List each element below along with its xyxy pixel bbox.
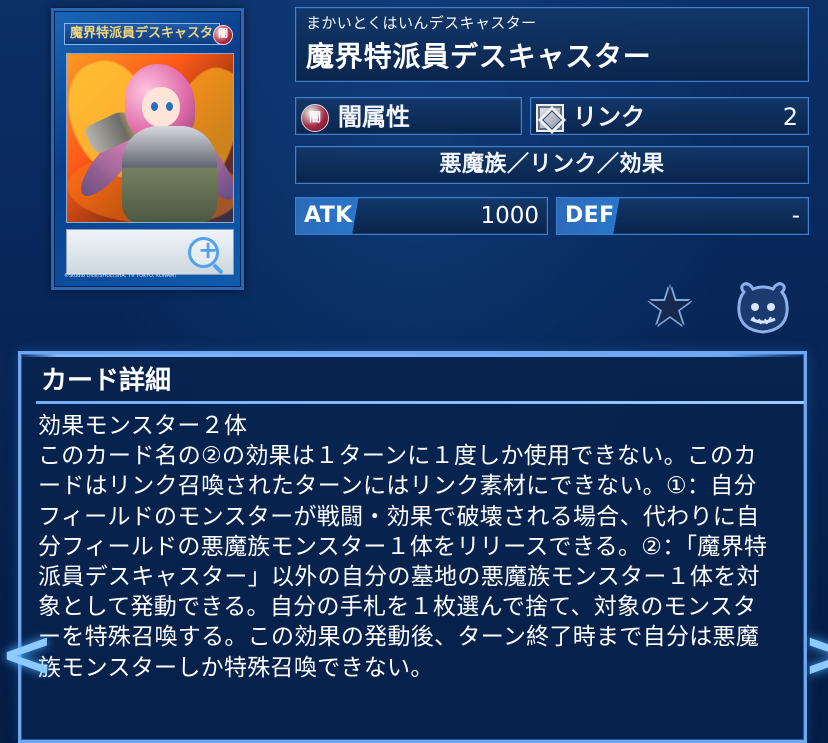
chevron-right-icon[interactable]: > xyxy=(803,623,828,690)
pot-icon[interactable] xyxy=(733,282,793,336)
card-copyright: ©Studio Dice/SHUEISHA, TV TOKYO, KONAMI xyxy=(64,273,176,279)
link-label: リンク xyxy=(573,103,645,131)
def-label: DEF xyxy=(557,198,640,234)
atk-label: ATK xyxy=(296,198,379,234)
def-value: - xyxy=(791,203,800,229)
card-reading: まかいとくはいんデスキャスター xyxy=(306,14,537,32)
detail-title: カード詳細 xyxy=(41,366,172,396)
link-icon xyxy=(536,104,564,132)
card-detail-box: カード詳細 効果モンスター２体 このカード名の②の効果は１ターンに１度しか使用で… xyxy=(18,351,807,743)
star-icon[interactable]: ★ xyxy=(641,280,699,338)
card-image-name: 魔界特派員デスキャスター xyxy=(64,23,220,45)
attribute-icon: 闇 xyxy=(301,104,329,132)
character-eye xyxy=(166,102,173,111)
character-body xyxy=(122,126,217,222)
card-image-attribute: 闇 xyxy=(213,25,233,45)
atk-value: 1000 xyxy=(480,203,539,229)
attribute-panel: 闇 闇属性 xyxy=(295,97,522,135)
card-artwork xyxy=(66,53,234,223)
zoom-icon[interactable] xyxy=(188,236,219,268)
link-value: 2 xyxy=(782,103,798,131)
character-eye xyxy=(151,102,158,111)
card-name: 魔界特派員デスキャスター xyxy=(306,40,652,73)
atk-panel: ATK 1000 xyxy=(295,197,548,235)
detail-divider xyxy=(36,401,804,404)
card-name-panel: まかいとくはいんデスキャスター 魔界特派員デスキャスター xyxy=(295,7,809,82)
card-effect-text: 効果モンスター２体 このカード名の②の効果は１ターンに１度しか使用できない。この… xyxy=(38,413,768,681)
def-panel: DEF - xyxy=(556,197,809,235)
type-panel: 悪魔族／リンク／効果 xyxy=(295,146,809,184)
link-panel: リンク 2 xyxy=(530,97,809,135)
card-text-box xyxy=(66,229,234,275)
character-face xyxy=(142,87,180,127)
chevron-left-icon[interactable]: < xyxy=(0,623,54,690)
card-thumbnail[interactable]: 魔界特派員デスキャスター 闇 ©Studio Dice/SHUEISHA, TV… xyxy=(51,8,244,290)
card-detail-screen: 魔界特派員デスキャスター 闇 ©Studio Dice/SHUEISHA, TV… xyxy=(0,0,828,743)
attribute-label: 闇属性 xyxy=(338,103,410,131)
